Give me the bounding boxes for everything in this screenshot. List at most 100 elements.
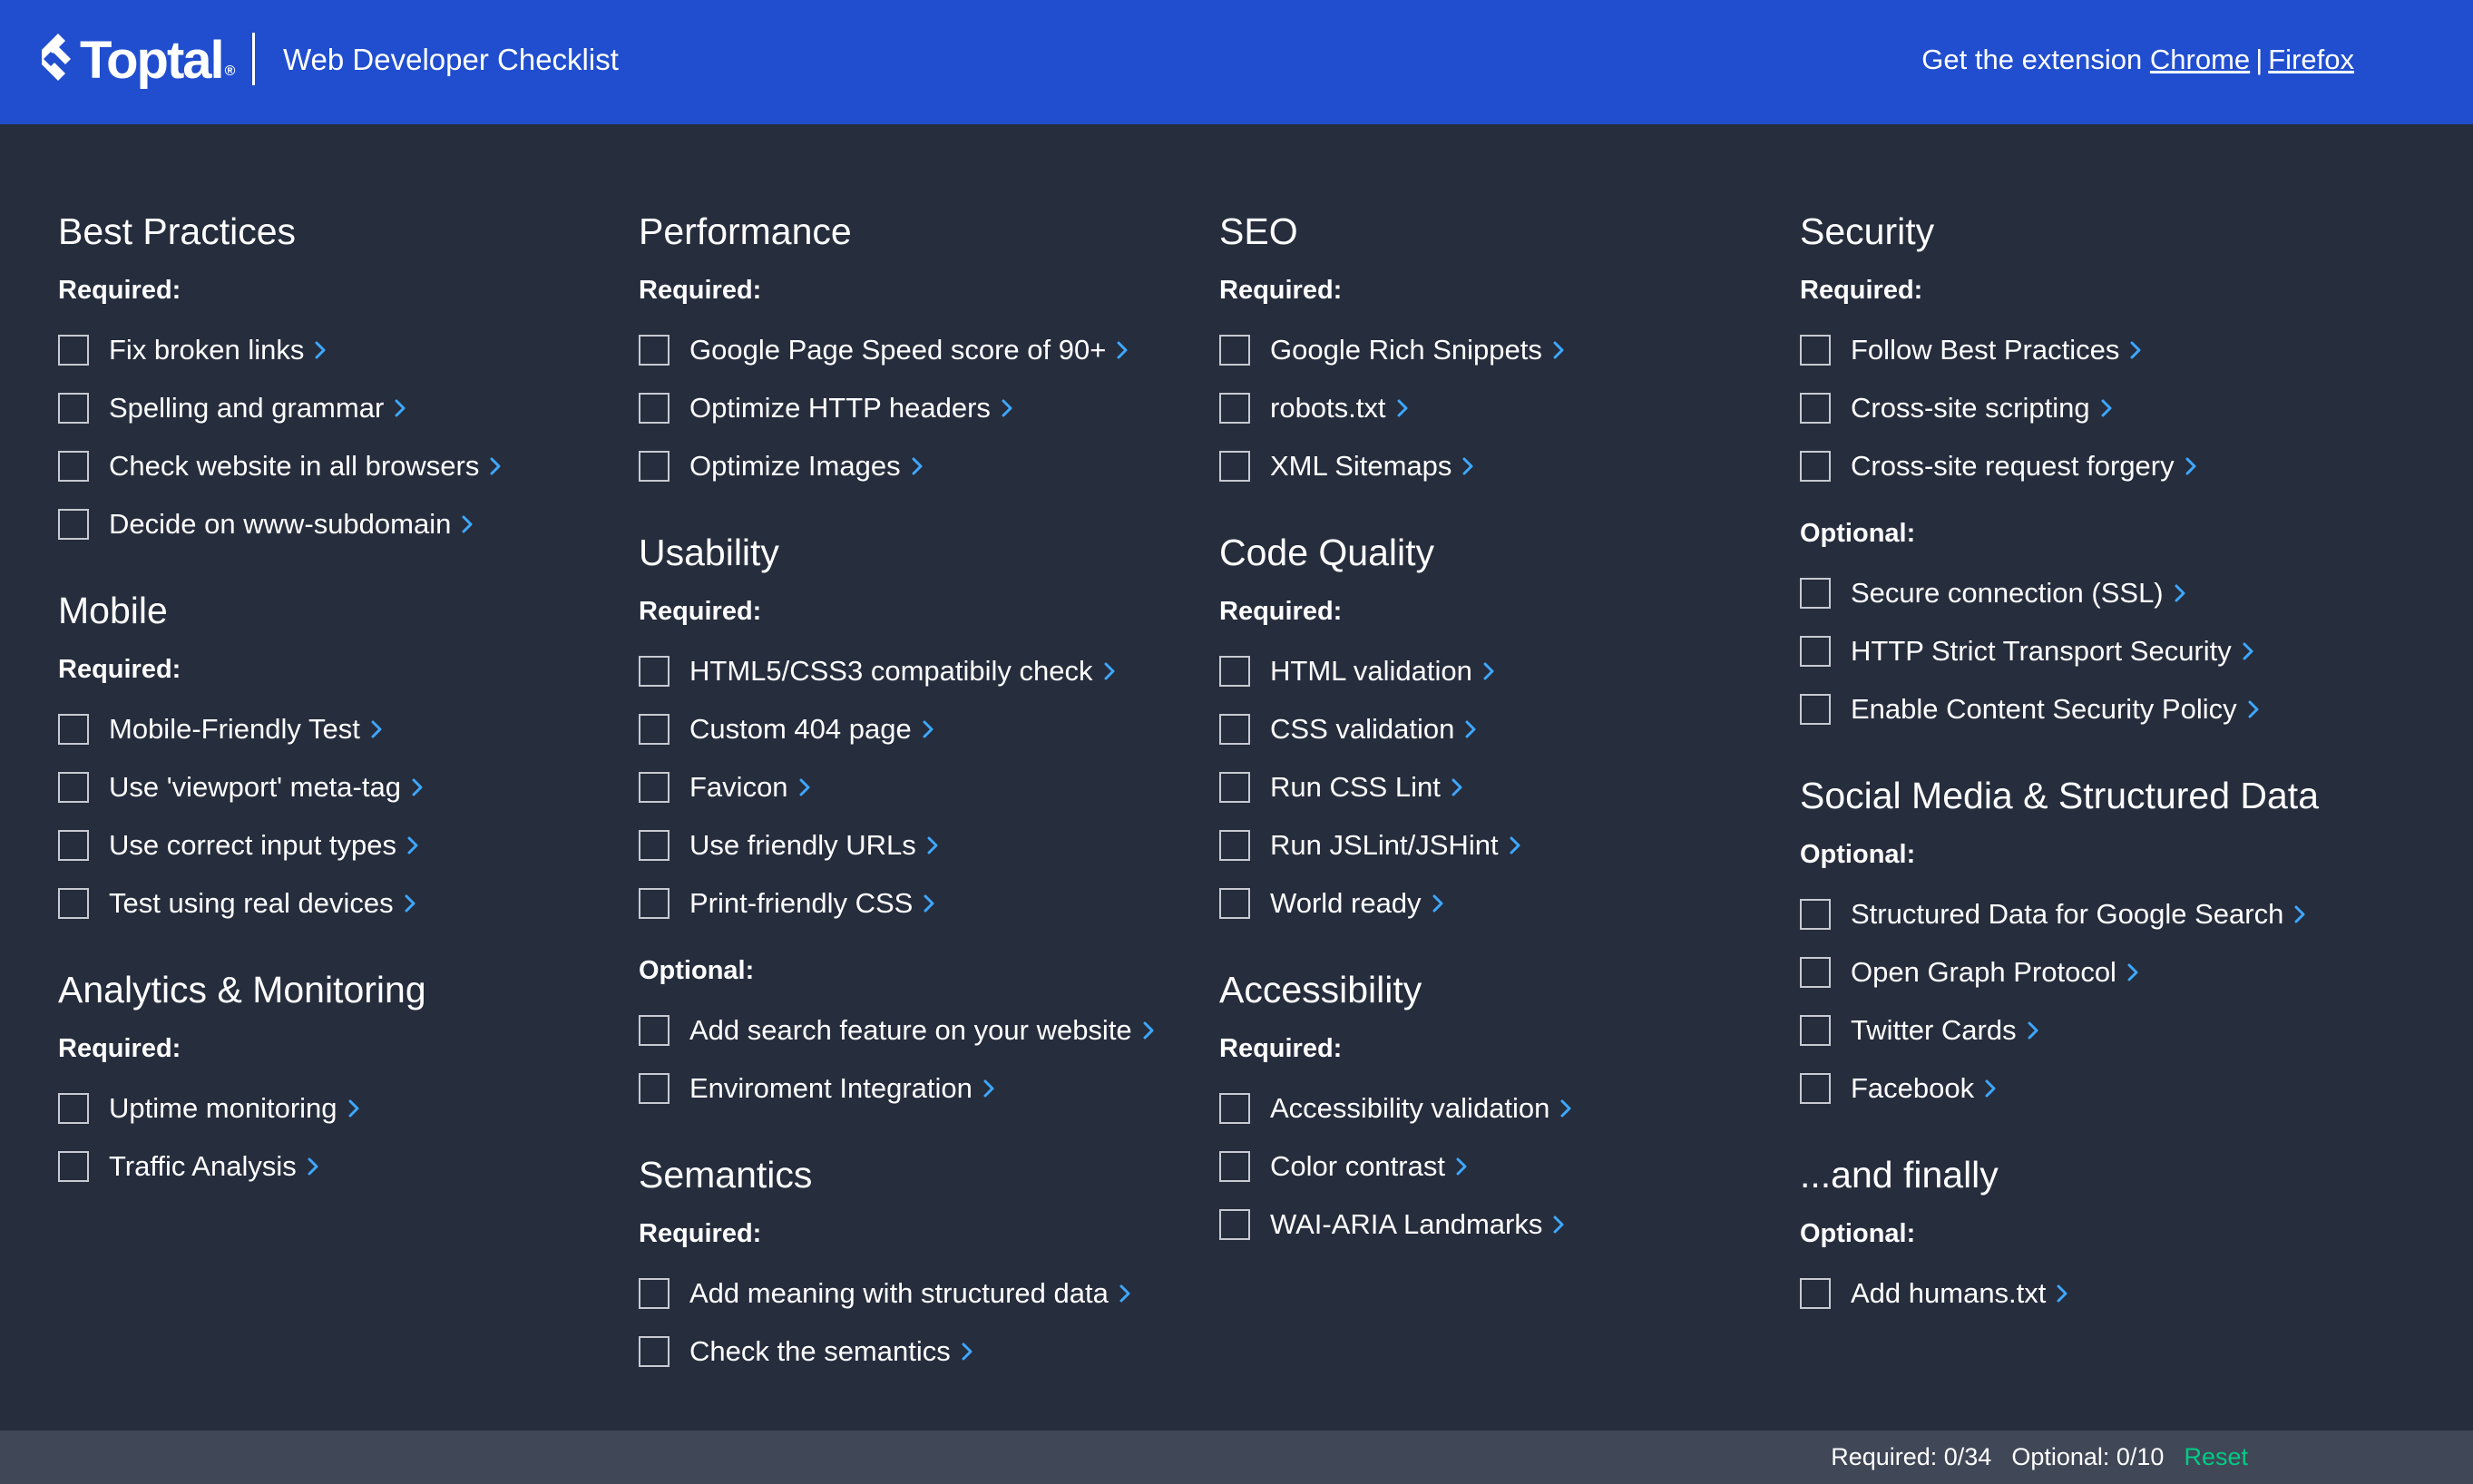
- checklist-item[interactable]: Fix broken links: [58, 321, 621, 379]
- checkbox-icon[interactable]: [1800, 1015, 1831, 1046]
- chevron-right-icon[interactable]: [1483, 653, 1494, 689]
- checkbox-icon[interactable]: [1800, 335, 1831, 366]
- item-label[interactable]: Spelling and grammar: [109, 390, 384, 426]
- chevron-right-icon[interactable]: [2185, 448, 2196, 484]
- checklist-item[interactable]: Accessibility validation: [1219, 1079, 1782, 1137]
- chevron-right-icon[interactable]: [2294, 896, 2305, 932]
- chevron-right-icon[interactable]: [2175, 575, 2185, 611]
- item-label[interactable]: Uptime monitoring: [109, 1090, 337, 1127]
- checklist-item[interactable]: Custom 404 page: [639, 700, 1201, 758]
- checklist-item[interactable]: HTTP Strict Transport Security: [1800, 622, 2362, 680]
- checkbox-icon[interactable]: [58, 451, 89, 482]
- item-label[interactable]: HTTP Strict Transport Security: [1851, 633, 2232, 669]
- checklist-item[interactable]: Enviroment Integration: [639, 1059, 1201, 1118]
- checklist-item[interactable]: robots.txt: [1219, 379, 1782, 437]
- chevron-right-icon[interactable]: [1985, 1070, 1996, 1107]
- checkbox-icon[interactable]: [58, 714, 89, 745]
- checkbox-icon[interactable]: [1219, 714, 1250, 745]
- item-label[interactable]: Google Page Speed score of 90+: [689, 332, 1106, 368]
- chevron-right-icon[interactable]: [407, 827, 418, 864]
- checklist-item[interactable]: Use correct input types: [58, 816, 621, 874]
- item-label[interactable]: Use friendly URLs: [689, 827, 916, 864]
- checkbox-icon[interactable]: [639, 335, 670, 366]
- chevron-right-icon[interactable]: [1510, 827, 1520, 864]
- chrome-link[interactable]: Chrome: [2150, 44, 2250, 75]
- checkbox-icon[interactable]: [1800, 694, 1831, 725]
- item-label[interactable]: robots.txt: [1270, 390, 1386, 426]
- checkbox-icon[interactable]: [1219, 1209, 1250, 1240]
- item-label[interactable]: Print-friendly CSS: [689, 885, 913, 922]
- chevron-right-icon[interactable]: [2101, 390, 2112, 426]
- checklist-item[interactable]: WAI-ARIA Landmarks: [1219, 1196, 1782, 1254]
- checkbox-icon[interactable]: [639, 1336, 670, 1367]
- checklist-item[interactable]: Optimize Images: [639, 437, 1201, 495]
- chevron-right-icon[interactable]: [2248, 691, 2259, 727]
- item-label[interactable]: Accessibility validation: [1270, 1090, 1549, 1127]
- item-label[interactable]: Check website in all browsers: [109, 448, 479, 484]
- chevron-right-icon[interactable]: [912, 448, 923, 484]
- chevron-right-icon[interactable]: [1553, 332, 1564, 368]
- chevron-right-icon[interactable]: [923, 711, 933, 747]
- item-label[interactable]: Use 'viewport' meta-tag: [109, 769, 401, 805]
- item-label[interactable]: Traffic Analysis: [109, 1148, 297, 1185]
- chevron-right-icon[interactable]: [1560, 1090, 1571, 1127]
- checkbox-icon[interactable]: [58, 335, 89, 366]
- checkbox-icon[interactable]: [639, 888, 670, 919]
- checklist-item[interactable]: Facebook: [1800, 1059, 2362, 1118]
- checkbox-icon[interactable]: [1219, 451, 1250, 482]
- reset-button[interactable]: Reset: [2184, 1443, 2248, 1471]
- item-label[interactable]: Secure connection (SSL): [1851, 575, 2164, 611]
- checklist-item[interactable]: HTML5/CSS3 compatibily check: [639, 642, 1201, 700]
- checklist-item[interactable]: Open Graph Protocol: [1800, 943, 2362, 1001]
- item-label[interactable]: Cross-site scripting: [1851, 390, 2090, 426]
- item-label[interactable]: Optimize HTTP headers: [689, 390, 991, 426]
- checklist-item[interactable]: Cross-site scripting: [1800, 379, 2362, 437]
- chevron-right-icon[interactable]: [371, 711, 382, 747]
- checklist-item[interactable]: Follow Best Practices: [1800, 321, 2362, 379]
- item-label[interactable]: Favicon: [689, 769, 788, 805]
- chevron-right-icon[interactable]: [1465, 711, 1476, 747]
- item-label[interactable]: Add search feature on your website: [689, 1012, 1132, 1049]
- chevron-right-icon[interactable]: [315, 332, 326, 368]
- checklist-item[interactable]: Secure connection (SSL): [1800, 564, 2362, 622]
- checklist-item[interactable]: World ready: [1219, 874, 1782, 932]
- chevron-right-icon[interactable]: [395, 390, 406, 426]
- chevron-right-icon[interactable]: [1462, 448, 1473, 484]
- checklist-item[interactable]: Google Page Speed score of 90+: [639, 321, 1201, 379]
- item-label[interactable]: Google Rich Snippets: [1270, 332, 1542, 368]
- checklist-item[interactable]: Google Rich Snippets: [1219, 321, 1782, 379]
- checkbox-icon[interactable]: [1219, 1151, 1250, 1182]
- item-label[interactable]: Enviroment Integration: [689, 1070, 973, 1107]
- toptal-logo[interactable]: Toptal ®: [38, 31, 235, 90]
- item-label[interactable]: Add meaning with structured data: [689, 1275, 1109, 1312]
- item-label[interactable]: Run CSS Lint: [1270, 769, 1441, 805]
- checkbox-icon[interactable]: [1800, 1278, 1831, 1309]
- checkbox-icon[interactable]: [1800, 393, 1831, 424]
- checkbox-icon[interactable]: [639, 1015, 670, 1046]
- chevron-right-icon[interactable]: [962, 1333, 973, 1370]
- checklist-item[interactable]: Run CSS Lint: [1219, 758, 1782, 816]
- checkbox-icon[interactable]: [639, 1073, 670, 1104]
- item-label[interactable]: WAI-ARIA Landmarks: [1270, 1206, 1542, 1243]
- item-label[interactable]: Mobile-Friendly Test: [109, 711, 360, 747]
- checkbox-icon[interactable]: [58, 830, 89, 861]
- checklist-item[interactable]: HTML validation: [1219, 642, 1782, 700]
- item-label[interactable]: Cross-site request forgery: [1851, 448, 2175, 484]
- item-label[interactable]: World ready: [1270, 885, 1422, 922]
- checklist-item[interactable]: Decide on www-subdomain: [58, 495, 621, 553]
- checklist-item[interactable]: Check website in all browsers: [58, 437, 621, 495]
- chevron-right-icon[interactable]: [2243, 633, 2253, 669]
- checkbox-icon[interactable]: [58, 509, 89, 540]
- checklist-item[interactable]: Add humans.txt: [1800, 1264, 2362, 1323]
- checklist-item[interactable]: Add meaning with structured data: [639, 1264, 1201, 1323]
- chevron-right-icon[interactable]: [462, 506, 473, 542]
- chevron-right-icon[interactable]: [799, 769, 810, 805]
- checklist-item[interactable]: Structured Data for Google Search: [1800, 885, 2362, 943]
- item-label[interactable]: Fix broken links: [109, 332, 304, 368]
- item-label[interactable]: Optimize Images: [689, 448, 901, 484]
- item-label[interactable]: Check the semantics: [689, 1333, 951, 1370]
- chevron-right-icon[interactable]: [924, 885, 934, 922]
- item-label[interactable]: HTML5/CSS3 compatibily check: [689, 653, 1093, 689]
- chevron-right-icon[interactable]: [308, 1148, 318, 1185]
- checkbox-icon[interactable]: [1219, 335, 1250, 366]
